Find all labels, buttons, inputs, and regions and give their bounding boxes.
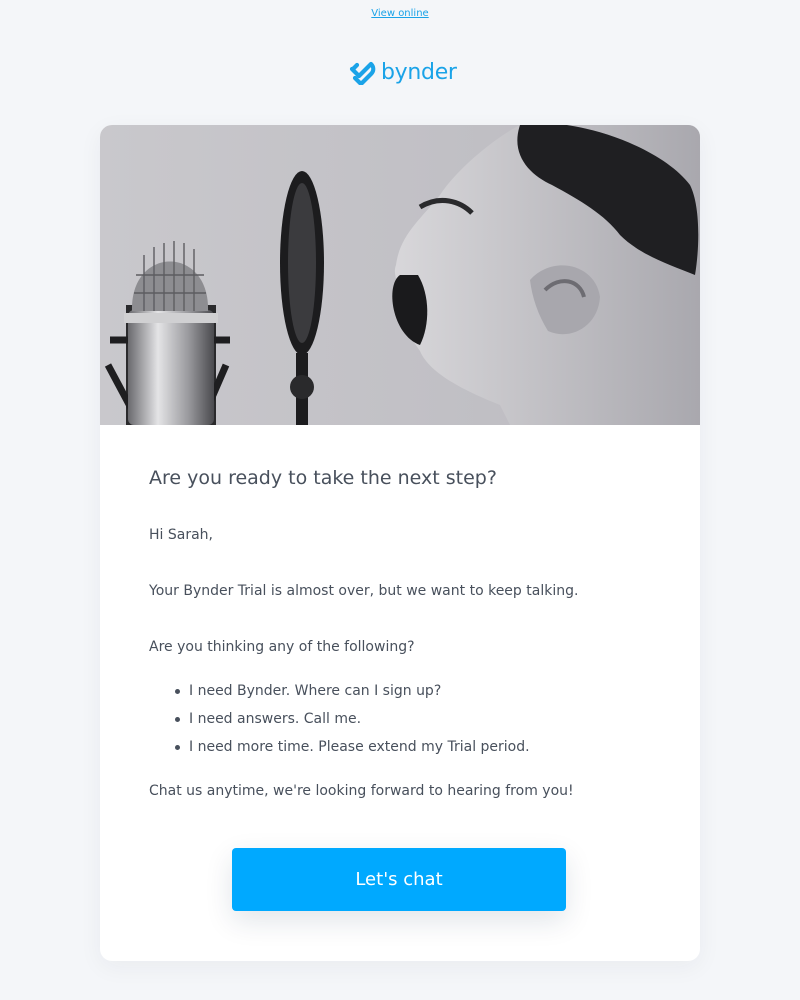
view-online-link[interactable]: View online	[0, 8, 800, 19]
logo-text: bynder	[381, 60, 457, 85]
list-item: I need Bynder. Where can I sign up?	[149, 681, 530, 709]
question-paragraph: Are you thinking any of the following?	[149, 639, 415, 655]
closing-paragraph: Chat us anytime, we're looking forward t…	[149, 783, 574, 799]
bynder-logo[interactable]: bynder	[349, 58, 457, 88]
list-item: I need more time. Please extend my Trial…	[149, 737, 530, 765]
intro-paragraph: Your Bynder Trial is almost over, but we…	[149, 583, 579, 599]
hero-image	[100, 125, 700, 425]
lets-chat-button[interactable]: Let's chat	[232, 848, 566, 911]
bynder-logo-icon	[349, 61, 376, 85]
greeting: Hi Sarah,	[149, 527, 213, 543]
options-list: I need Bynder. Where can I sign up? I ne…	[149, 681, 530, 765]
email-heading: Are you ready to take the next step?	[149, 467, 497, 489]
list-item: I need answers. Call me.	[149, 709, 530, 737]
email-card: Are you ready to take the next step? Hi …	[100, 125, 700, 961]
